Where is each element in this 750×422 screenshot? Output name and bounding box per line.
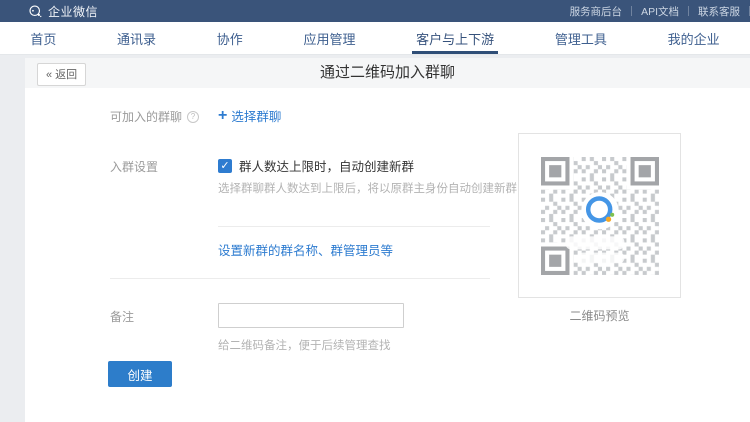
topbar-link-support[interactable]: 联系客服 [689, 4, 749, 19]
choose-group-label: 选择群聊 [231, 106, 281, 125]
remark-label: 备注 [110, 308, 134, 325]
info-icon[interactable]: ? [187, 111, 199, 123]
page-title: 通过二维码加入群聊 [25, 58, 750, 88]
brand-name: 企业微信 [48, 3, 98, 20]
form-panel: 可加入的群聊 ? + 选择群聊 入群设置 ✓ 群人数达上限时，自动创建新群 选择… [25, 88, 750, 422]
remark-hint: 给二维码备注，便于后续管理查找 [218, 337, 391, 353]
create-button[interactable]: 创建 [108, 361, 172, 387]
nav-item-management-tools[interactable]: 管理工具 [551, 22, 611, 54]
topbar: 企业微信 服务商后台 API文档 联系客服 [0, 0, 750, 22]
choose-group-link[interactable]: + 选择群聊 [218, 106, 281, 125]
remark-input[interactable] [218, 303, 404, 328]
joinable-group-label: 可加入的群聊 [110, 108, 182, 125]
divider [218, 226, 490, 227]
panel: « 返回 通过二维码加入群聊 可加入的群聊 ? + 选择群聊 入群设置 ✓ 群人… [25, 58, 750, 422]
join-settings-label: 入群设置 [110, 158, 158, 175]
content-area: « 返回 通过二维码加入群聊 可加入的群聊 ? + 选择群聊 入群设置 ✓ 群人… [0, 56, 750, 422]
new-group-config-link[interactable]: 设置新群的群名称、群管理员等 [218, 240, 393, 259]
auto-create-group-hint: 选择群聊群人数达到上限后，将以原群主身份自动创建新群 [218, 180, 517, 196]
nav-item-customers[interactable]: 客户与上下游 [412, 22, 498, 54]
nav-item-home[interactable]: 首页 [26, 22, 60, 54]
topbar-link-api-docs[interactable]: API文档 [632, 4, 688, 19]
joinable-group-label-row: 可加入的群聊 ? [110, 108, 199, 125]
nav-item-app-management[interactable]: 应用管理 [299, 22, 359, 54]
wechat-work-logo-icon [28, 4, 43, 19]
main-nav: 首页 通讯录 协作 应用管理 客户与上下游 管理工具 我的企业 [0, 22, 750, 55]
qr-preview-box [518, 133, 681, 298]
nav-item-collaboration[interactable]: 协作 [213, 22, 247, 54]
topbar-link-provider[interactable]: 服务商后台 [561, 4, 632, 19]
qr-code [541, 157, 659, 275]
auto-create-group-checkbox-row[interactable]: ✓ 群人数达上限时，自动创建新群 [218, 156, 414, 175]
divider [110, 278, 490, 279]
page-header: « 返回 通过二维码加入群聊 [25, 58, 750, 88]
auto-create-group-label: 群人数达上限时，自动创建新群 [239, 156, 414, 175]
nav-item-contacts[interactable]: 通讯录 [113, 22, 160, 54]
topbar-links: 服务商后台 API文档 联系客服 [561, 0, 750, 22]
nav-item-my-company[interactable]: 我的企业 [664, 22, 724, 54]
checkbox-checked-icon[interactable]: ✓ [218, 159, 232, 173]
plus-icon: + [218, 109, 227, 123]
qr-preview-caption: 二维码预览 [518, 307, 681, 324]
brand[interactable]: 企业微信 [28, 3, 98, 20]
